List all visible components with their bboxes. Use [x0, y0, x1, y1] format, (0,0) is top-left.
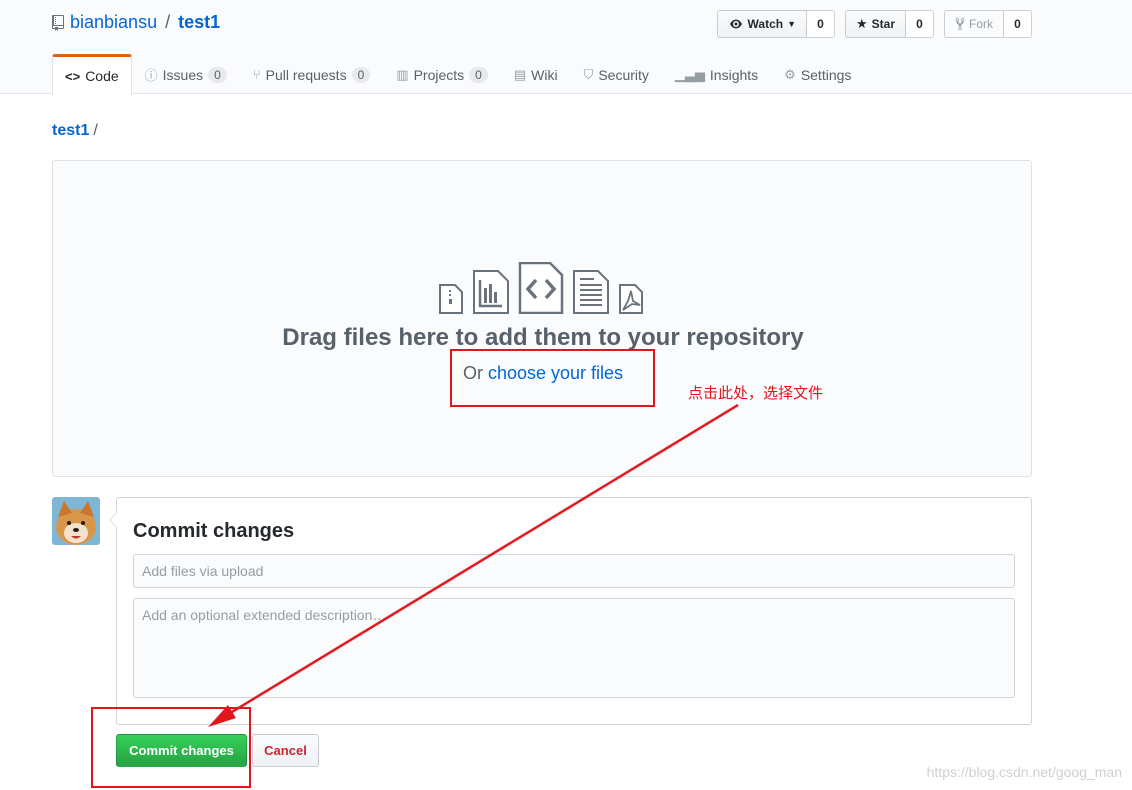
- tab-label: Projects: [413, 66, 465, 83]
- project-icon: ▥: [396, 66, 409, 82]
- caret-down-icon: ▼: [787, 19, 796, 29]
- tab-issues[interactable]: ⓘ Issues 0: [132, 54, 240, 94]
- tab-settings[interactable]: ⚙ Settings: [771, 54, 864, 94]
- book-icon: ▤: [513, 66, 527, 82]
- annotation-text: 点击此处，选择文件: [688, 384, 824, 402]
- tab-counter: 0: [469, 66, 488, 83]
- code-icon: <>: [65, 68, 81, 84]
- zip-file-icon: [439, 284, 463, 314]
- shield-icon: ⛉: [583, 66, 594, 82]
- pdf-file-icon: [619, 284, 643, 314]
- watch-button[interactable]: Watch ▼: [716, 10, 807, 38]
- tab-pull-requests[interactable]: ⑂ Pull requests 0: [240, 54, 383, 94]
- annotation-box-choose-files: [450, 349, 655, 407]
- text-file-icon: [573, 270, 609, 314]
- tab-label: Settings: [800, 66, 852, 83]
- watermark: https://blog.csdn.net/goog_man: [926, 764, 1122, 780]
- avatar-image: [52, 497, 100, 545]
- tab-insights[interactable]: ▁▃▅ Insights: [662, 54, 771, 94]
- graph-icon: ▁▃▅: [674, 66, 705, 82]
- gear-icon: ⚙: [784, 66, 796, 82]
- fork-label: Fork: [969, 17, 993, 31]
- file-type-icons: [438, 262, 644, 314]
- tab-code[interactable]: <> Code: [52, 54, 132, 95]
- tab-label: Code: [85, 68, 119, 84]
- fork-button[interactable]: Fork: [944, 10, 1004, 38]
- tab-label: Pull requests: [265, 66, 347, 83]
- annotation-box-commit: [91, 707, 251, 788]
- issue-icon: ⓘ: [144, 68, 158, 83]
- watch-label: Watch: [747, 17, 784, 31]
- star-button[interactable]: ★ Star: [845, 10, 906, 38]
- pagehead-actions: Watch ▼ 0 ★ Star 0 Fork 0: [716, 10, 1032, 38]
- repo-header: bianbiansu / test1 Watch ▼ 0 ★ Star 0 Fo…: [0, 0, 1132, 95]
- breadcrumb-slash: /: [93, 122, 98, 139]
- breadcrumb: test1/: [52, 122, 98, 140]
- cancel-button[interactable]: Cancel: [252, 734, 319, 767]
- fork-group: Fork 0: [944, 10, 1032, 38]
- code-file-icon: [518, 262, 564, 314]
- tab-security[interactable]: ⛉ Security: [571, 54, 662, 94]
- owner-link[interactable]: bianbiansu: [70, 12, 157, 33]
- commit-form: Commit changes: [109, 497, 1032, 725]
- user-avatar[interactable]: [52, 497, 100, 545]
- tab-projects[interactable]: ▥ Projects 0: [383, 54, 501, 94]
- star-count[interactable]: 0: [906, 10, 934, 38]
- star-label: Star: [871, 17, 895, 31]
- watch-count[interactable]: 0: [807, 10, 835, 38]
- upload-dropzone[interactable]: Drag files here to add them to your repo…: [52, 160, 1032, 477]
- repo-nav: <> Code ⓘ Issues 0 ⑂ Pull requests 0 ▥ P…: [52, 54, 864, 95]
- title-separator: /: [165, 12, 171, 32]
- tab-counter: 0: [208, 66, 227, 83]
- fork-icon: [955, 17, 965, 31]
- repo-link[interactable]: test1: [178, 12, 220, 33]
- tab-label: Security: [598, 66, 649, 83]
- repo-icon: [52, 14, 64, 31]
- tab-counter: 0: [351, 66, 371, 83]
- commit-summary-input[interactable]: [133, 554, 1015, 588]
- breadcrumb-repo-link[interactable]: test1: [52, 122, 89, 139]
- eye-icon: [729, 19, 742, 29]
- star-group: ★ Star 0: [845, 10, 934, 38]
- star-icon: ★: [856, 16, 868, 31]
- dropzone-title: Drag files here to add them to your repo…: [282, 324, 804, 351]
- tab-label: Issues: [162, 66, 204, 83]
- fork-count[interactable]: 0: [1004, 10, 1032, 38]
- chart-file-icon: [473, 270, 509, 314]
- tab-label: Insights: [709, 66, 759, 83]
- tab-label: Wiki: [531, 66, 558, 83]
- watch-group: Watch ▼ 0: [716, 10, 835, 38]
- pull-request-icon: ⑂: [252, 67, 261, 82]
- commit-description-textarea[interactable]: [133, 598, 1015, 698]
- tab-wiki[interactable]: ▤ Wiki: [501, 54, 571, 94]
- repo-title: bianbiansu / test1: [52, 12, 220, 33]
- commit-heading: Commit changes: [133, 520, 295, 542]
